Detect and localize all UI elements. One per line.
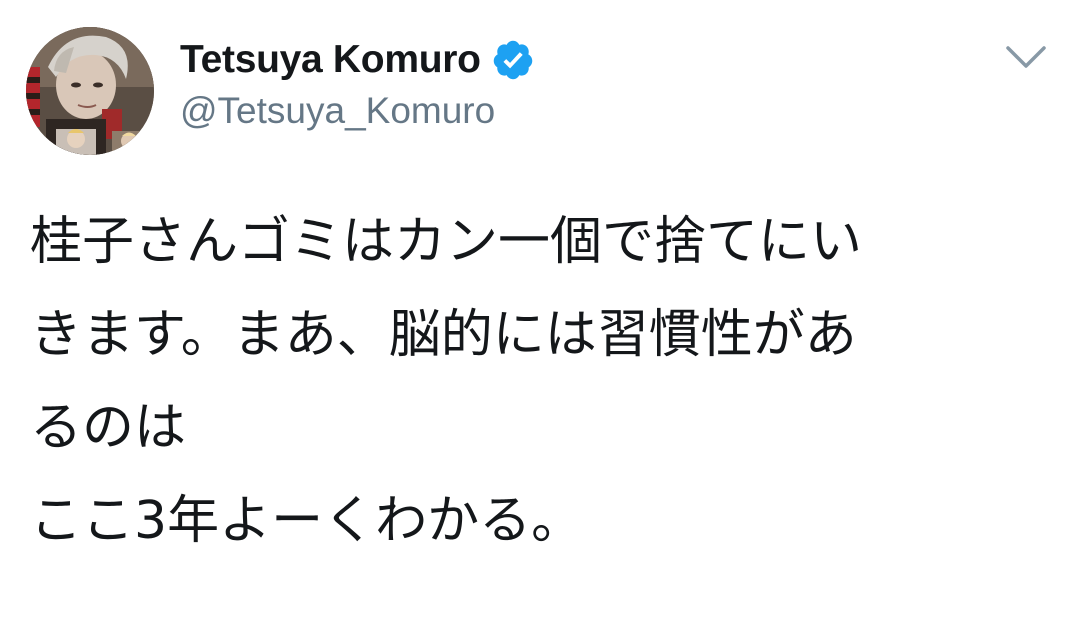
avatar[interactable] bbox=[26, 27, 154, 155]
tweet-text: 桂子さんゴミはカン一個で捨てにい きます。まあ、脳的には習慣性があ るのは ここ… bbox=[30, 196, 1050, 568]
name-row: Tetsuya Komuro bbox=[180, 36, 535, 84]
tweet-header: Tetsuya Komuro @Tetsuya_Komuro bbox=[180, 36, 535, 134]
tweet-card: Tetsuya Komuro @Tetsuya_Komuro 桂子さんゴミはカン… bbox=[0, 0, 1080, 619]
tweet-text-line: きます。まあ、脳的には習慣性があ bbox=[30, 305, 857, 365]
verified-badge-icon bbox=[493, 40, 532, 80]
tweet-text-line: ここ3年よーくわかる。 bbox=[30, 491, 584, 551]
display-name[interactable]: Tetsuya Komuro bbox=[180, 36, 481, 84]
tweet-text-line: 桂子さんゴミはカン一個で捨てにい bbox=[30, 212, 863, 272]
chevron-down-icon[interactable] bbox=[1002, 38, 1050, 78]
tweet-text-line: るのは bbox=[30, 398, 187, 458]
user-handle[interactable]: @Tetsuya_Komuro bbox=[180, 88, 535, 134]
